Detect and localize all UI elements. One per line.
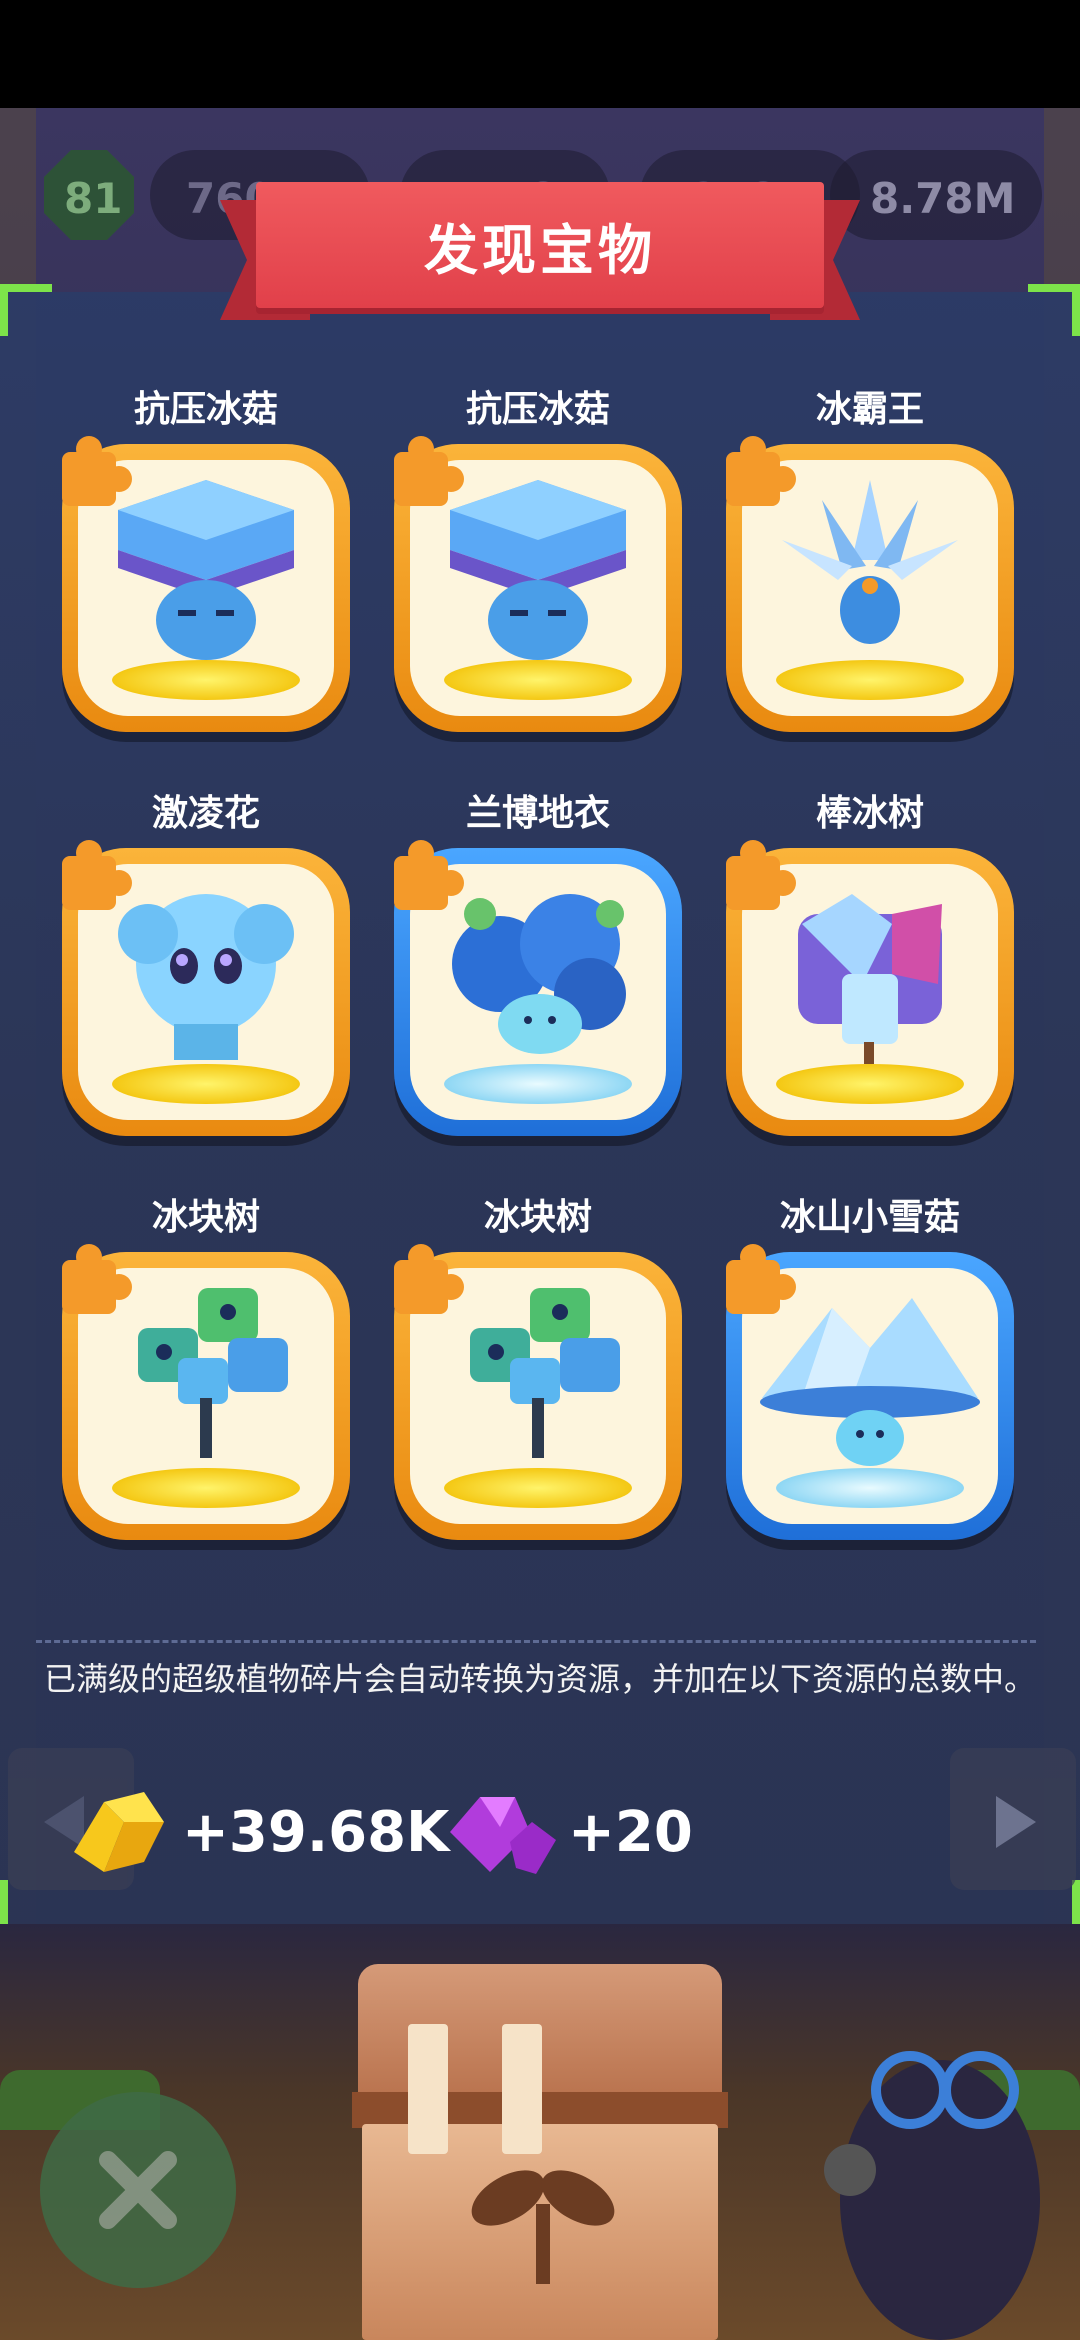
puzzle-piece-icon <box>386 434 466 514</box>
item-name: 冰块树 <box>483 1197 592 1238</box>
item-pedestal <box>444 660 632 700</box>
panel-corner <box>0 284 52 336</box>
conversion-info-text: 已满级的超级植物碎片会自动转换为资源，并加在以下资源的总数中。 <box>44 1660 1037 1698</box>
puzzle-piece-icon <box>718 838 798 918</box>
level-value: 81 <box>64 174 123 223</box>
resource-gold: +39.68K <box>64 1782 449 1882</box>
item-card[interactable]: 冰山小雪菇 <box>726 1197 1014 1540</box>
item-pedestal <box>112 1064 300 1104</box>
purple-gem-icon <box>450 1797 556 1874</box>
chevron-right-icon <box>996 1796 1036 1848</box>
puzzle-piece-icon <box>718 434 798 514</box>
item-pedestal <box>776 660 964 700</box>
item-card[interactable]: 抗压冰菇 <box>394 389 682 732</box>
chest-strap <box>408 2024 448 2154</box>
item-pedestal <box>776 1468 964 1508</box>
next-arrow-button[interactable] <box>950 1748 1076 1890</box>
close-button[interactable] <box>40 2092 236 2288</box>
panel-corner <box>1028 284 1080 336</box>
item-card[interactable]: 棒冰树 <box>726 793 1014 1136</box>
puzzle-piece-icon <box>54 1242 134 1322</box>
item-name: 冰霸王 <box>815 389 924 430</box>
puzzle-piece-icon <box>718 1242 798 1322</box>
resource-gem: +20 <box>440 1782 693 1882</box>
puzzle-piece-icon <box>54 838 134 918</box>
item-card[interactable]: 冰块树 <box>62 1197 350 1540</box>
item-card[interactable]: 冰块树 <box>394 1197 682 1540</box>
item-name: 棒冰树 <box>815 793 924 834</box>
sprout-icon <box>471 2170 615 2284</box>
close-icon <box>99 2151 177 2229</box>
treasure-chest[interactable] <box>352 1964 728 2340</box>
item-name: 激凌花 <box>151 793 260 834</box>
dialog-title: 发现宝物 <box>424 219 656 282</box>
item-pedestal <box>112 660 300 700</box>
item-pedestal <box>112 1468 300 1508</box>
monster-character <box>824 2051 1040 2340</box>
puzzle-piece-icon <box>386 838 466 918</box>
item-card[interactable]: 兰博地衣 <box>394 793 682 1136</box>
item-pedestal <box>444 1468 632 1508</box>
item-name: 抗压冰菇 <box>465 389 610 430</box>
item-pedestal <box>444 1064 632 1104</box>
item-name: 冰山小雪菇 <box>779 1197 960 1238</box>
item-card[interactable]: 冰霸王 <box>726 389 1014 732</box>
hud-value-4: 8.78M <box>870 174 1016 223</box>
puzzle-piece-icon <box>386 1242 466 1322</box>
resource-gem-value: +20 <box>568 1799 693 1865</box>
item-pedestal <box>776 1064 964 1104</box>
chest-strap <box>502 2024 542 2154</box>
dashed-divider <box>36 1640 1036 1643</box>
item-name: 兰博地衣 <box>465 793 610 834</box>
item-card[interactable]: 激凌花 <box>62 793 350 1136</box>
status-bar <box>0 0 1080 108</box>
resource-gold-value: +39.68K <box>182 1799 450 1865</box>
puzzle-piece-icon <box>54 434 134 514</box>
item-name: 抗压冰菇 <box>133 389 278 430</box>
gold-crystal-icon <box>74 1792 164 1872</box>
item-name: 冰块树 <box>151 1197 260 1238</box>
item-card[interactable]: 抗压冰菇 <box>62 389 350 732</box>
